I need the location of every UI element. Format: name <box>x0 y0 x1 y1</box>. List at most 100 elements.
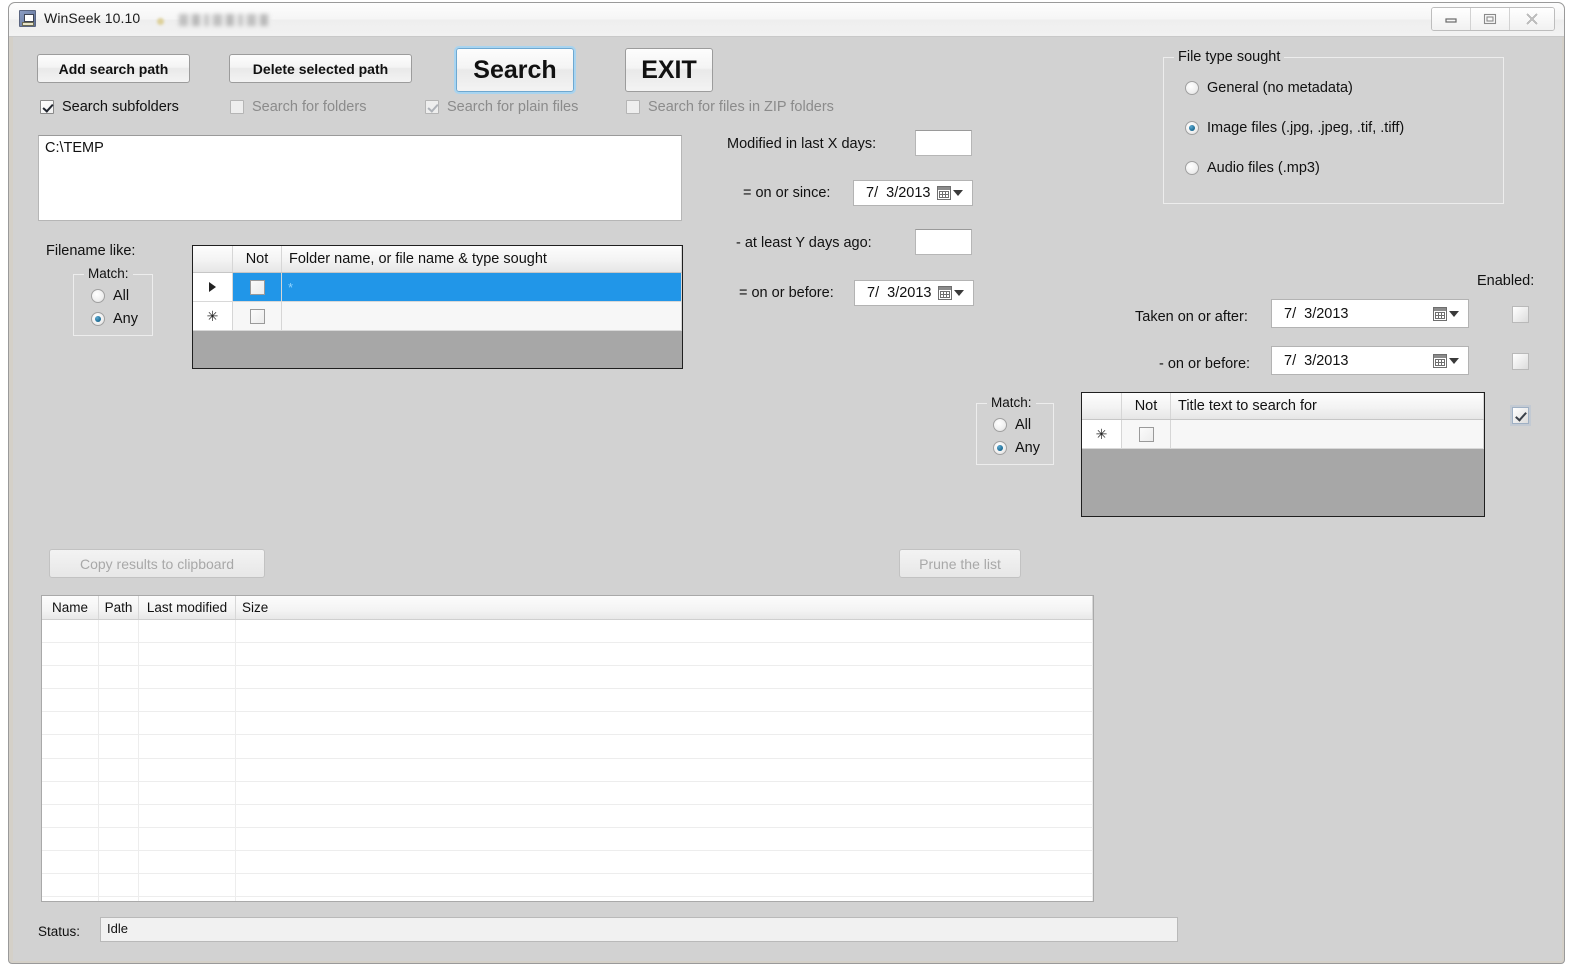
table-cell <box>236 850 1093 874</box>
table-row[interactable] <box>42 874 1093 898</box>
search-button[interactable]: Search <box>454 46 576 94</box>
file-type-image-radio[interactable]: Image files (.jpg, .jpeg, .tif, .tiff) <box>1185 120 1404 136</box>
filename-filter-grid[interactable]: Not Folder name, or file name & type sou… <box>192 245 683 369</box>
row-not-checkbox[interactable] <box>1122 420 1171 448</box>
grid-col-not: Not <box>233 246 282 272</box>
results-col-last-modified[interactable]: Last modified <box>139 596 236 619</box>
table-cell <box>42 804 99 827</box>
table-cell <box>139 781 236 804</box>
title-match-all-radio[interactable]: All <box>993 417 1031 433</box>
filename-match-any-radio[interactable]: Any <box>91 311 138 327</box>
table-cell <box>236 689 1093 712</box>
table-row[interactable] <box>42 643 1093 667</box>
table-row[interactable]: * <box>193 273 682 302</box>
search-for-plain-files-checkbox[interactable]: Search for plain files <box>425 99 578 115</box>
search-subfolders-checkbox[interactable]: Search subfolders <box>40 99 179 115</box>
table-row[interactable]: ✳ <box>193 302 682 331</box>
results-col-path[interactable]: Path <box>99 596 139 619</box>
table-row[interactable] <box>42 827 1093 851</box>
on-or-since-datepicker[interactable]: 7/ 3/2013 <box>853 180 973 206</box>
checkbox-box <box>40 100 54 114</box>
table-cell <box>99 874 139 897</box>
row-pattern-value[interactable] <box>282 302 682 330</box>
row-marker-current <box>193 273 233 301</box>
file-type-groupbox: File type sought General (no metadata) I… <box>1163 49 1504 204</box>
radio-circle <box>993 441 1007 455</box>
filename-match-all-label: All <box>113 288 130 304</box>
table-cell <box>236 620 1093 643</box>
row-pattern-value[interactable]: * <box>282 273 682 301</box>
checkbox-box <box>249 308 265 324</box>
filename-like-label: Filename like: <box>46 243 136 259</box>
search-for-folders-checkbox[interactable]: Search for folders <box>230 99 366 115</box>
title-filter-grid[interactable]: Not Title text to search for ✳ <box>1081 392 1485 517</box>
radio-circle <box>91 312 105 326</box>
table-cell <box>42 781 99 804</box>
taken-on-or-before-datepicker[interactable]: 7/ 3/2013 <box>1271 346 1469 375</box>
table-cell <box>236 781 1093 804</box>
title-filter-enabled-checkbox[interactable] <box>1512 407 1529 424</box>
modified-in-last-input[interactable] <box>915 130 972 156</box>
calendar-icon <box>1433 306 1447 321</box>
table-cell <box>139 804 236 827</box>
table-row[interactable] <box>42 758 1093 782</box>
file-type-audio-radio[interactable]: Audio files (.mp3) <box>1185 160 1320 176</box>
table-row[interactable] <box>42 897 1093 901</box>
row-marker-new: ✳ <box>193 302 233 330</box>
filename-match-groupbox: Match: All Any <box>73 266 153 336</box>
row-not-checkbox[interactable] <box>233 302 282 330</box>
table-row[interactable] <box>42 735 1093 759</box>
status-label: Status: <box>38 924 81 939</box>
table-row[interactable] <box>42 712 1093 736</box>
maximize-icon[interactable] <box>1471 8 1510 30</box>
close-icon[interactable] <box>1510 8 1554 30</box>
table-row[interactable] <box>42 804 1093 828</box>
taken-on-or-after-datepicker[interactable]: 7/ 3/2013 <box>1271 299 1469 328</box>
table-cell <box>99 758 139 781</box>
on-or-before-datepicker[interactable]: 7/ 3/2013 <box>854 280 974 306</box>
exit-button[interactable]: EXIT <box>625 48 713 92</box>
chevron-down-icon <box>954 290 964 296</box>
table-row[interactable] <box>42 850 1093 875</box>
table-row[interactable] <box>42 781 1093 805</box>
table-cell <box>236 735 1093 758</box>
title-match-any-radio[interactable]: Any <box>993 440 1040 456</box>
table-row[interactable] <box>42 666 1093 690</box>
results-col-name[interactable]: Name <box>42 596 99 619</box>
table-row[interactable]: ✳ <box>1082 420 1484 449</box>
filename-match-any-label: Any <box>113 311 138 327</box>
prune-list-button[interactable]: Prune the list <box>899 549 1021 578</box>
chevron-down-icon <box>1449 310 1459 317</box>
table-cell <box>99 643 139 666</box>
filename-match-all-radio[interactable]: All <box>91 288 129 304</box>
taken-on-or-before-enabled-checkbox[interactable] <box>1512 353 1529 370</box>
results-col-size[interactable]: Size <box>236 596 1093 619</box>
row-not-checkbox[interactable] <box>233 273 282 301</box>
add-search-path-button[interactable]: Add search path <box>37 54 190 83</box>
delete-selected-path-button[interactable]: Delete selected path <box>229 54 412 83</box>
enabled-column-header: Enabled: <box>1477 273 1535 289</box>
row-title-value[interactable] <box>1171 420 1484 448</box>
taken-on-or-after-label: Taken on or after: <box>1135 309 1248 325</box>
table-row[interactable] <box>42 620 1093 644</box>
minimize-icon[interactable] <box>1432 8 1471 30</box>
search-zip-folders-checkbox[interactable]: Search for files in ZIP folders <box>626 99 834 115</box>
file-type-general-radio[interactable]: General (no metadata) <box>1185 80 1353 96</box>
search-paths-input[interactable]: C:\TEMP <box>38 135 682 221</box>
table-row[interactable] <box>42 689 1093 713</box>
table-cell <box>139 666 236 689</box>
table-cell <box>99 897 139 901</box>
window-controls <box>1431 7 1555 31</box>
copy-results-button[interactable]: Copy results to clipboard <box>49 549 265 578</box>
search-for-folders-label: Search for folders <box>252 99 367 115</box>
results-grid[interactable]: Name Path Last modified Size <box>41 595 1094 902</box>
title-match-any-label: Any <box>1015 440 1040 456</box>
table-cell <box>236 827 1093 850</box>
grid-col-folder-name: Folder name, or file name & type sought <box>282 246 682 272</box>
taken-on-or-after-enabled-checkbox[interactable] <box>1512 306 1529 323</box>
table-cell <box>139 758 236 781</box>
at-least-days-ago-input[interactable] <box>915 229 972 255</box>
table-cell <box>42 712 99 735</box>
row-marker-new: ✳ <box>1082 420 1122 448</box>
table-cell <box>139 689 236 712</box>
